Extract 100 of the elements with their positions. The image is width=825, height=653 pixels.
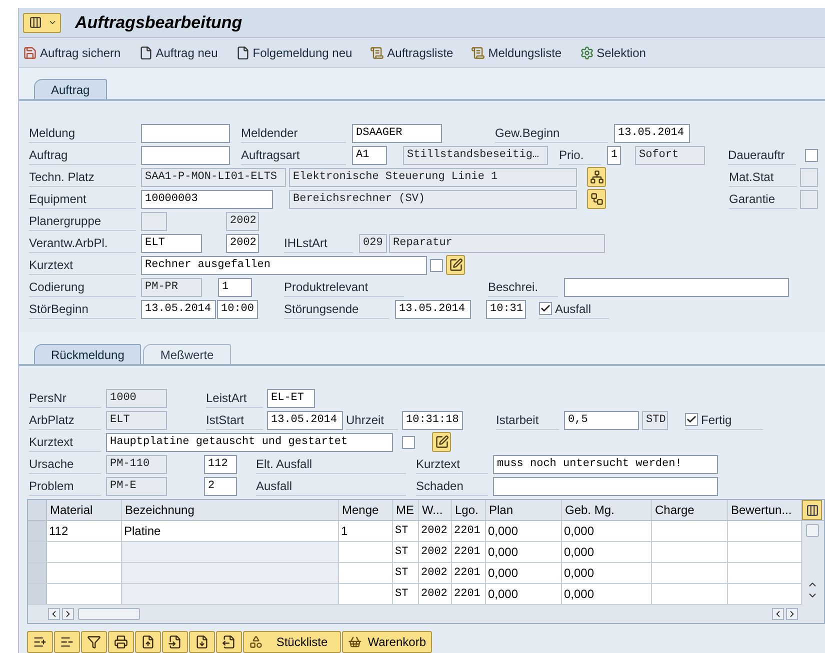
icon-button[interactable] xyxy=(81,631,107,653)
input-field[interactable]: Elektronische Steuerung Linie 1 xyxy=(289,168,577,186)
scroll-icon xyxy=(471,46,486,60)
icon-button[interactable] xyxy=(54,631,80,653)
input-field[interactable] xyxy=(141,146,230,164)
input-field[interactable] xyxy=(564,278,789,296)
scroll-right-icon[interactable] xyxy=(786,608,798,620)
toolbar-button[interactable]: Folgemeldung neu xyxy=(236,44,352,62)
input-field[interactable]: 2002 xyxy=(226,212,259,230)
input-field[interactable]: Bereichsrechner (SV) xyxy=(289,190,577,208)
toolbar-button[interactable]: Selektion xyxy=(580,44,646,62)
scroll-thumb[interactable] xyxy=(78,608,140,620)
icon-button[interactable] xyxy=(587,189,606,209)
table-cell: 2002 xyxy=(419,542,452,562)
input-field[interactable]: A1 xyxy=(352,146,387,164)
input-field[interactable]: Hauptplatine getauscht und gestartet xyxy=(106,432,393,452)
input-field[interactable]: 2002 xyxy=(226,234,259,252)
input-field[interactable]: ELT xyxy=(106,410,167,430)
input-field[interactable]: 2 xyxy=(204,476,237,496)
input-field[interactable]: EL-ET xyxy=(267,388,315,408)
table-cell: 2201 xyxy=(452,542,486,562)
input-field[interactable]: Reparatur xyxy=(389,234,605,252)
input-field[interactable]: 10000003 xyxy=(141,190,273,208)
toolbar-button[interactable]: Meldungsliste xyxy=(471,44,562,62)
scroll-left-icon[interactable] xyxy=(772,608,784,620)
input-field[interactable]: 1 xyxy=(607,146,621,164)
input-field[interactable]: 112 xyxy=(204,454,237,474)
checkbox[interactable] xyxy=(402,436,415,448)
table-cell: 0,000 xyxy=(562,521,652,541)
toolbar-button[interactable]: Auftrag neu xyxy=(138,44,218,62)
checkbox[interactable] xyxy=(805,148,818,162)
input-field[interactable]: PM-PR xyxy=(141,278,202,296)
field-label: Gew.Beginn xyxy=(495,124,608,142)
tab[interactable]: Rückmeldung xyxy=(34,344,142,364)
save-icon xyxy=(23,46,37,60)
field-label: Codierung xyxy=(29,278,136,296)
icon-button[interactable] xyxy=(135,631,161,653)
icon-button[interactable] xyxy=(162,631,188,653)
field-label: Störungsende xyxy=(284,300,389,318)
input-field[interactable]: 13.05.2014 xyxy=(141,300,216,318)
input-field[interactable]: PM-110 xyxy=(106,454,167,474)
icon-button[interactable] xyxy=(446,255,465,275)
input-field[interactable]: DSAAGER xyxy=(352,124,442,142)
input-field[interactable]: 13.05.2014 xyxy=(395,300,471,318)
input-field[interactable]: 1 xyxy=(218,278,252,296)
toolbar-button[interactable]: Warenkorb xyxy=(342,631,432,653)
input-field[interactable]: STD xyxy=(642,410,668,430)
field-label: Uhrzeit xyxy=(346,410,398,430)
input-field[interactable]: Sofort xyxy=(635,146,705,164)
input-field[interactable]: 10:31 xyxy=(486,300,526,318)
field-label: Verantw.ArbPl. xyxy=(29,234,136,252)
input-field[interactable]: PM-E xyxy=(106,476,167,496)
system-menu-button[interactable] xyxy=(23,12,61,32)
icon-button[interactable] xyxy=(108,631,134,653)
input-field[interactable] xyxy=(800,190,818,208)
toolbar-button[interactable]: Auftragsliste xyxy=(370,44,454,62)
scroll-thumb[interactable] xyxy=(806,524,818,537)
icon-button[interactable] xyxy=(216,631,242,653)
field-label: Ausfall xyxy=(256,476,406,496)
toolbar-button[interactable]: Auftrag sichern xyxy=(23,44,121,62)
input-field[interactable]: muss noch untersucht werden! xyxy=(493,454,718,474)
scroll-left-icon[interactable] xyxy=(48,608,60,620)
input-field[interactable]: Stillstandsbeseitig… xyxy=(403,146,548,164)
tab[interactable]: Auftrag xyxy=(34,79,107,99)
input-field[interactable]: 1000 xyxy=(106,388,167,408)
file-output-icon xyxy=(222,635,236,649)
input-field[interactable] xyxy=(800,168,818,186)
table-cell: 2002 xyxy=(419,584,452,604)
input-field[interactable]: 13.05.2014 xyxy=(267,410,343,430)
input-field[interactable]: 10:31:18 xyxy=(402,410,463,430)
icon-button[interactable] xyxy=(189,631,215,653)
field-label: Elt. Ausfall xyxy=(256,454,406,474)
input-field[interactable] xyxy=(493,476,718,496)
scroll-right-icon[interactable] xyxy=(62,608,74,620)
icon-button[interactable] xyxy=(432,432,451,452)
input-field[interactable]: 10:00 xyxy=(217,300,258,318)
input-field[interactable]: Rechner ausgefallen xyxy=(141,256,427,274)
document-icon xyxy=(138,46,153,60)
icon-button[interactable] xyxy=(27,631,53,653)
input-field[interactable]: 13.05.2014 xyxy=(614,124,690,142)
tab[interactable]: Meßwerte xyxy=(143,344,231,364)
checkbox[interactable] xyxy=(685,413,698,426)
field-label: Kurztext xyxy=(29,256,136,274)
column-header[interactable]: W... xyxy=(419,500,452,520)
icon-button[interactable] xyxy=(587,167,606,187)
table-cell: 2201 xyxy=(452,584,486,604)
table-settings-button[interactable] xyxy=(802,500,822,520)
table-cell: 2002 xyxy=(419,563,452,583)
toolbar-button[interactable]: Stückliste xyxy=(243,631,341,653)
checkbox[interactable] xyxy=(539,302,552,315)
checkbox[interactable] xyxy=(430,258,443,272)
table-cell: ST xyxy=(393,584,419,604)
input-field[interactable] xyxy=(141,212,167,230)
input-field[interactable]: 029 xyxy=(359,234,387,252)
input-field[interactable]: 0,5 xyxy=(564,410,639,430)
input-field[interactable]: SAA1-P-MON-LI01-ELTS xyxy=(141,168,286,186)
table-cell: 0,000 xyxy=(562,542,652,562)
input-field[interactable] xyxy=(141,124,230,142)
input-field[interactable]: ELT xyxy=(141,234,202,252)
field-label: Equipment xyxy=(29,190,136,208)
